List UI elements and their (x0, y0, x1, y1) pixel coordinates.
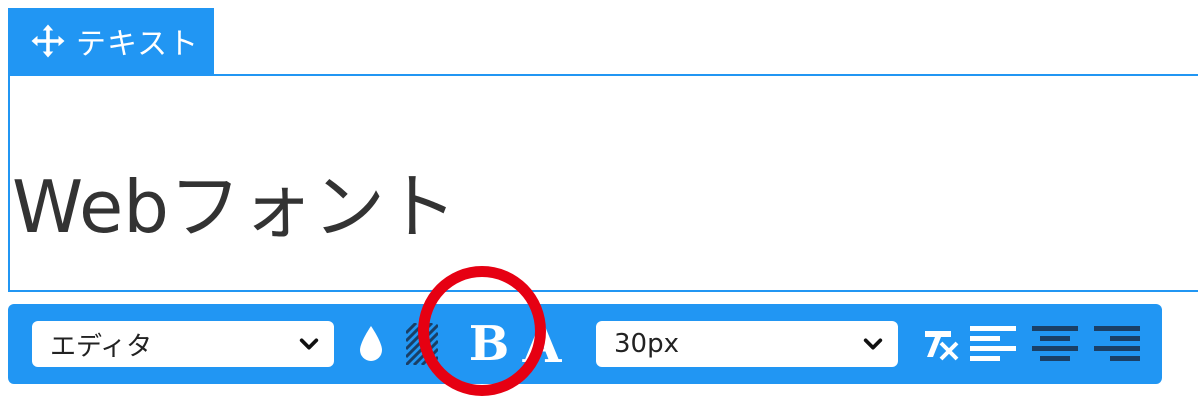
font-size-select[interactable]: 30px (596, 321, 898, 367)
text-block[interactable]: Webフォント (8, 74, 1198, 292)
bold-button[interactable]: B (466, 316, 512, 372)
format-toolbar: エディタ B A 30px (8, 304, 1162, 384)
chevron-down-icon (863, 338, 883, 350)
align-left-icon (970, 326, 1016, 361)
font-size-value: 30px (614, 329, 679, 359)
font-family-value: エディタ (50, 331, 153, 362)
block-type-label: テキスト (76, 27, 200, 62)
align-left-button[interactable] (968, 320, 1018, 368)
align-center-icon (1032, 326, 1078, 361)
block-move-tab[interactable]: テキスト (8, 8, 214, 74)
align-center-button[interactable] (1030, 320, 1080, 368)
align-right-button[interactable] (1092, 320, 1142, 368)
clear-format-icon (925, 331, 959, 361)
drop-icon (360, 326, 382, 361)
font-family-select[interactable]: エディタ (32, 321, 334, 367)
align-right-icon (1094, 326, 1140, 361)
chevron-down-icon (299, 338, 319, 350)
clear-format-button[interactable] (922, 320, 960, 368)
hatch-icon (406, 323, 438, 365)
move-icon (31, 24, 65, 58)
text-content[interactable]: Webフォント (12, 148, 457, 253)
text-color-button[interactable] (356, 320, 386, 368)
background-color-button[interactable] (404, 320, 440, 368)
bold-icon: B (468, 316, 510, 372)
text-a-icon: A (522, 314, 562, 374)
font-style-button[interactable]: A (514, 315, 570, 374)
